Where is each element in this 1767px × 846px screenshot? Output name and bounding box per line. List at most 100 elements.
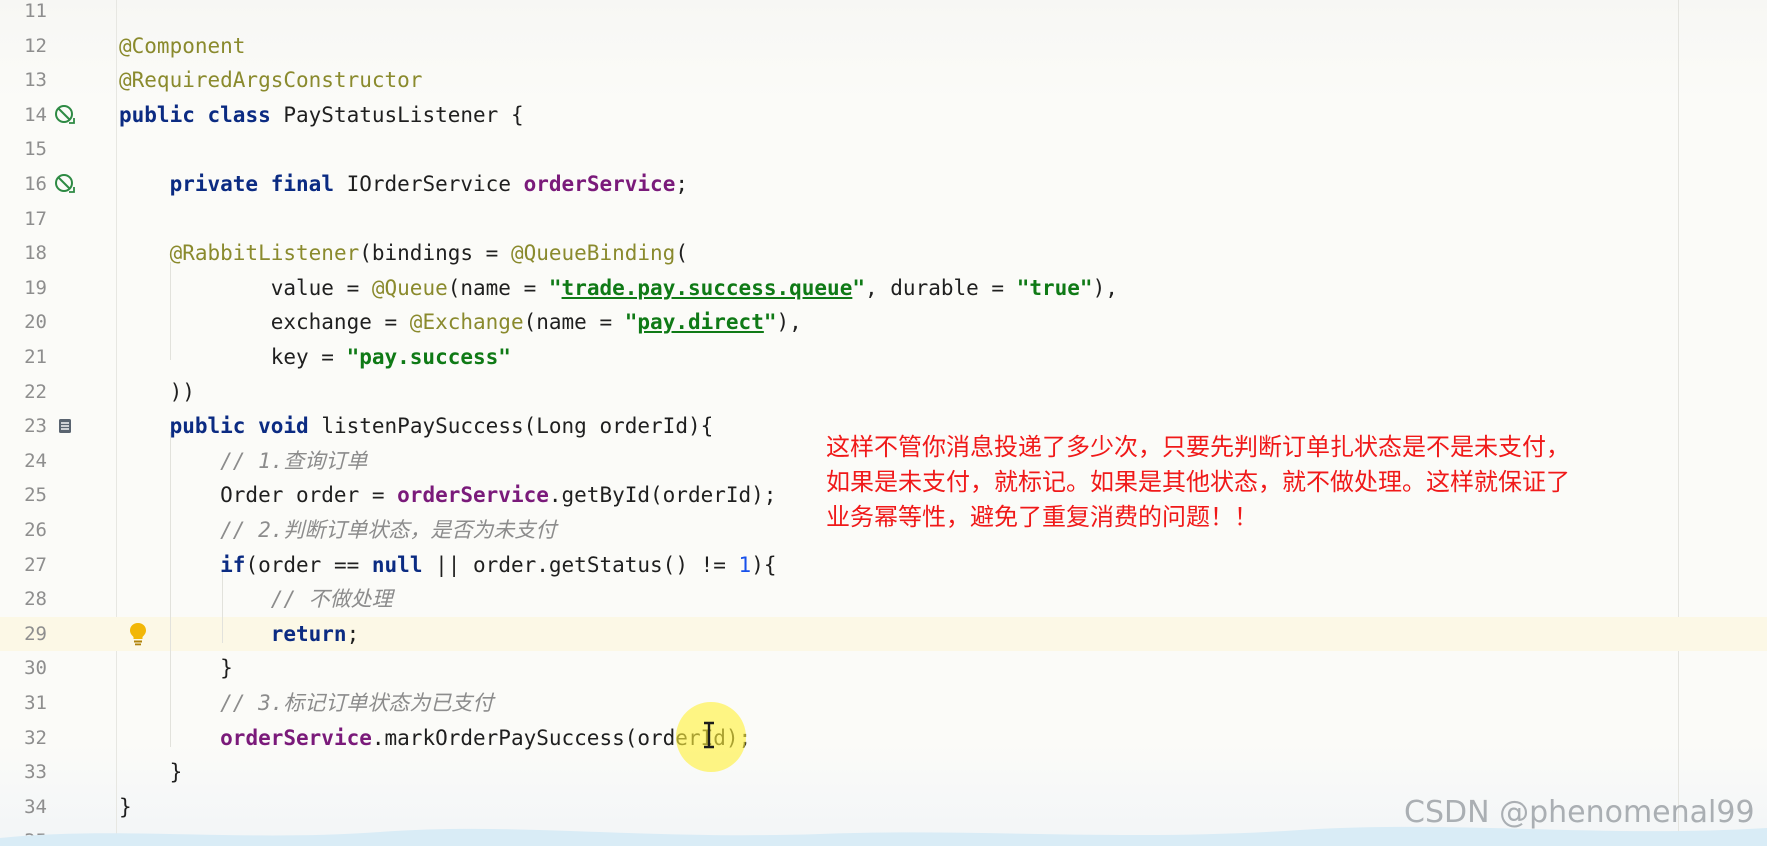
code-token: return bbox=[270, 621, 347, 646]
text-cursor-icon bbox=[704, 721, 714, 749]
code-text[interactable]: exchange = @Exchange(name = "pay.direct"… bbox=[119, 305, 802, 340]
annotation-note-line: 如果是未支付，就标记。如果是其他状态，就不做处理。这样就保证了 bbox=[826, 468, 1570, 496]
line-number[interactable]: 28 bbox=[0, 582, 47, 617]
code-text[interactable]: @Component bbox=[119, 29, 245, 64]
code-line[interactable]: 17 bbox=[0, 202, 1767, 237]
indent-guide bbox=[222, 572, 223, 643]
line-number[interactable]: 20 bbox=[0, 305, 47, 340]
code-text[interactable]: public void listenPaySuccess(Long orderI… bbox=[119, 409, 714, 444]
code-token: @Queue bbox=[371, 275, 448, 300]
code-token: // 2.判断订单状态，是否为未支付 bbox=[220, 518, 557, 542]
line-number[interactable]: 17 bbox=[0, 202, 47, 237]
line-number[interactable]: 15 bbox=[0, 132, 47, 167]
line-number[interactable]: 30 bbox=[0, 651, 47, 686]
code-text[interactable]: // 3.标记订单状态为已支付 bbox=[119, 686, 493, 721]
no-entry-arrow-icon[interactable] bbox=[54, 167, 76, 202]
code-text[interactable]: @RabbitListener(bindings = @QueueBinding… bbox=[119, 236, 688, 271]
line-number[interactable]: 13 bbox=[0, 63, 47, 98]
line-number[interactable]: 24 bbox=[0, 444, 47, 479]
code-line[interactable]: 20 exchange = @Exchange(name = "pay.dire… bbox=[0, 305, 1767, 340]
code-text[interactable]: public class PayStatusListener { bbox=[119, 98, 524, 133]
code-line[interactable]: 29 return; bbox=[0, 616, 1767, 652]
code-line[interactable]: 28 // 不做处理 bbox=[0, 582, 1767, 617]
code-token: } bbox=[119, 760, 183, 785]
code-text[interactable]: value = @Queue(name = "trade.pay.success… bbox=[119, 271, 1118, 306]
line-number[interactable]: 14 bbox=[0, 98, 47, 133]
code-token: trade.pay.success.queue bbox=[561, 275, 853, 300]
line-number[interactable]: 26 bbox=[0, 513, 47, 548]
line-number[interactable]: 31 bbox=[0, 686, 47, 721]
code-text[interactable]: @RequiredArgsConstructor bbox=[119, 63, 422, 98]
code-line[interactable]: 16 private final IOrderService orderServ… bbox=[0, 167, 1767, 202]
line-number[interactable]: 29 bbox=[0, 617, 47, 652]
code-line[interactable]: 11 bbox=[0, 0, 1767, 29]
code-text[interactable]: } bbox=[119, 651, 233, 686]
no-entry-arrow-icon[interactable] bbox=[54, 98, 76, 133]
code-token: listenPaySuccess(Long orderId){ bbox=[308, 414, 714, 439]
code-token: null bbox=[371, 552, 423, 577]
annotation-note: 这样不管你消息投递了多少次，只要先判断订单扎状态是不是未支付， 如果是未支付，就… bbox=[826, 430, 1666, 535]
code-line[interactable]: 32 orderService.markOrderPaySuccess(orde… bbox=[0, 721, 1767, 756]
code-text[interactable]: orderService.markOrderPaySuccess(orderId… bbox=[119, 721, 751, 756]
code-line[interactable]: 12 @Component bbox=[0, 29, 1767, 64]
code-token: } bbox=[119, 794, 132, 819]
line-number[interactable]: 25 bbox=[0, 478, 47, 513]
code-token: ), bbox=[776, 310, 802, 335]
code-token: // 不做处理 bbox=[270, 587, 393, 612]
code-token: @Component bbox=[119, 33, 246, 58]
code-token: ; bbox=[346, 621, 360, 646]
code-token: )) bbox=[119, 379, 195, 404]
line-number[interactable]: 16 bbox=[0, 167, 47, 202]
code-token: key = bbox=[119, 345, 347, 369]
code-token: ){ bbox=[751, 552, 777, 577]
line-number[interactable]: 19 bbox=[0, 271, 47, 306]
code-line[interactable]: 18 @RabbitListener(bindings = @QueueBind… bbox=[0, 236, 1767, 271]
code-token: final bbox=[270, 172, 334, 196]
code-text[interactable]: // 不做处理 bbox=[119, 582, 393, 617]
code-line[interactable]: 33 } bbox=[0, 755, 1767, 790]
code-text[interactable]: )) bbox=[119, 375, 195, 410]
line-number[interactable]: 33 bbox=[0, 755, 47, 790]
line-number[interactable]: 12 bbox=[0, 29, 47, 64]
code-line[interactable]: 31 // 3.标记订单状态为已支付 bbox=[0, 686, 1767, 721]
code-editor[interactable]: 11 12 @Component 13 @RequiredArgsConstructor… bbox=[0, 0, 1767, 846]
code-line[interactable]: 27 if(order == null || order.getStatus()… bbox=[0, 548, 1767, 583]
code-token: // 3.标记订单状态为已支付 bbox=[220, 691, 494, 715]
code-line[interactable]: 13 @RequiredArgsConstructor bbox=[0, 63, 1767, 98]
code-token: @Exchange bbox=[409, 310, 524, 335]
line-number[interactable]: 27 bbox=[0, 548, 47, 583]
code-text[interactable]: } bbox=[119, 755, 183, 790]
line-number[interactable]: 21 bbox=[0, 340, 47, 375]
database-icon[interactable] bbox=[54, 409, 76, 444]
code-text[interactable]: return; bbox=[119, 617, 360, 652]
code-token: void bbox=[258, 414, 309, 439]
line-number[interactable]: 18 bbox=[0, 236, 47, 271]
code-text[interactable]: private final IOrderService orderService… bbox=[119, 167, 688, 202]
code-token: (name = bbox=[447, 275, 549, 300]
code-line[interactable]: 21 key = "pay.success" bbox=[0, 340, 1767, 375]
code-token: , durable = bbox=[865, 275, 1017, 300]
line-number[interactable]: 11 bbox=[0, 0, 47, 29]
code-line[interactable]: 22 )) bbox=[0, 375, 1767, 410]
code-line[interactable]: 15 bbox=[0, 132, 1767, 167]
code-text[interactable]: Order order = orderService.getById(order… bbox=[119, 478, 776, 513]
code-text[interactable]: // 1.查询订单 bbox=[119, 444, 367, 479]
code-text[interactable]: // 2.判断订单状态，是否为未支付 bbox=[119, 513, 556, 548]
code-line[interactable]: 30 } bbox=[0, 651, 1767, 686]
line-number[interactable]: 22 bbox=[0, 375, 47, 410]
code-line[interactable]: 14 public class PayStatusListener { bbox=[0, 98, 1767, 133]
code-token: (name = bbox=[523, 310, 625, 335]
code-token: orderService bbox=[523, 172, 676, 196]
code-line[interactable]: 19 value = @Queue(name = "trade.pay.succ… bbox=[0, 271, 1767, 306]
line-number[interactable]: 32 bbox=[0, 721, 47, 756]
code-text[interactable]: key = "pay.success" bbox=[119, 340, 511, 375]
code-text[interactable]: if(order == null || order.getStatus() !=… bbox=[119, 548, 777, 583]
code-token: exchange = bbox=[119, 310, 410, 335]
line-number[interactable]: 23 bbox=[0, 409, 47, 444]
code-token: class bbox=[207, 102, 271, 127]
code-token: if bbox=[220, 552, 246, 577]
code-token: ), bbox=[1092, 275, 1118, 300]
